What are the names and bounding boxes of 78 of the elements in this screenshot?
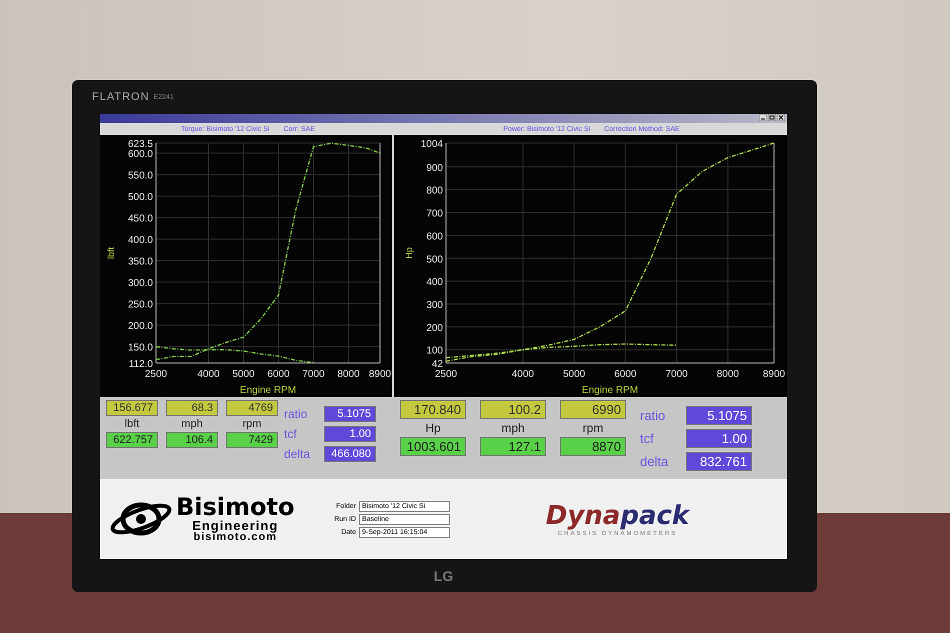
- tick-label: 200: [426, 322, 443, 334]
- current-value: 170.840: [400, 400, 466, 419]
- tick-label: 7000: [666, 369, 688, 380]
- factor-value: 832.761: [686, 452, 752, 471]
- tick-label: 5000: [563, 369, 586, 380]
- factor-label: tcf: [640, 431, 655, 446]
- tick-label: 2500: [434, 369, 458, 380]
- tick-label: 4000: [512, 369, 534, 380]
- logo-name: pack: [620, 501, 690, 531]
- factor-label: ratio: [640, 408, 666, 423]
- tick-label: 350.0: [128, 256, 153, 268]
- logo-subtitle: Engineering: [192, 519, 278, 532]
- peak-value: 106.4: [166, 432, 218, 448]
- tick-label: 112.0: [128, 359, 153, 370]
- tick-label: 8000: [716, 369, 739, 380]
- factor-label: delta: [284, 447, 312, 461]
- tick-label: 623.5: [128, 139, 153, 150]
- tick-label: 2500: [144, 369, 168, 380]
- factor-value: 5.1075: [686, 406, 752, 425]
- tick-label: 300.0: [128, 278, 153, 290]
- tick-label: 8900: [762, 369, 786, 380]
- tick-label: 600.0: [128, 149, 153, 160]
- current-value: 4769: [226, 400, 278, 416]
- axis-title: lbft: [106, 247, 116, 259]
- current-value: 156.677: [106, 400, 158, 416]
- current-value: 100.2: [480, 400, 546, 419]
- tick-label: 400: [426, 277, 443, 288]
- peak-value: 127.1: [480, 437, 546, 456]
- tick-label: 5000: [232, 369, 255, 380]
- tick-label: 550.0: [128, 170, 153, 182]
- tick-label: 6000: [614, 369, 636, 380]
- tick-label: 150.0: [128, 342, 153, 354]
- peak-value: 8870: [560, 437, 626, 456]
- peak-value: 622.757: [106, 432, 158, 448]
- brand-label: FLATRON: [92, 91, 150, 103]
- axis-title: Engine RPM: [240, 385, 296, 396]
- readout-label: mph: [501, 421, 525, 435]
- axis-title: Engine RPM: [582, 385, 638, 396]
- tick-label: 700: [426, 208, 443, 220]
- peak-value: 7429: [226, 432, 278, 448]
- readout-label: rpm: [582, 421, 604, 435]
- tick-label: 500: [426, 254, 443, 266]
- peak-value: 1003.601: [400, 437, 466, 456]
- tick-label: 500.0: [128, 192, 153, 204]
- factor-value: 466.080: [324, 446, 376, 462]
- tick-label: 8900: [368, 369, 392, 380]
- logo-name: Dyna: [546, 501, 620, 531]
- readout-label: rpm: [242, 418, 262, 430]
- factor-value: 5.1075: [324, 406, 376, 422]
- brand-logo: LG: [434, 568, 454, 584]
- tick-label: 42: [432, 359, 443, 370]
- tick-label: 800: [426, 186, 443, 197]
- current-value: 6990: [560, 400, 626, 419]
- tick-label: 250.0: [128, 300, 153, 311]
- tick-label: 600: [426, 231, 443, 242]
- tick-label: 200.0: [128, 321, 153, 332]
- tick-label: 6000: [267, 369, 290, 380]
- tick-label: 100: [426, 346, 443, 357]
- tick-label: 1004: [420, 139, 443, 150]
- tick-label: 8000: [337, 369, 360, 380]
- logo-website: bisimoto.com: [193, 532, 277, 543]
- current-value: 68.3: [166, 400, 218, 416]
- readout-label: Hp: [425, 421, 441, 435]
- tick-label: 900: [426, 162, 443, 174]
- tick-label: 4000: [197, 369, 220, 380]
- factor-label: tcf: [284, 427, 298, 441]
- tick-label: 7000: [302, 369, 325, 380]
- readout-label: mph: [181, 418, 203, 430]
- axis-title: Hp: [404, 247, 414, 259]
- logo-name: Bisimoto: [176, 495, 294, 519]
- factor-value: 1.00: [686, 429, 752, 448]
- tick-label: 450.0: [128, 214, 153, 225]
- factor-label: delta: [640, 454, 670, 469]
- readout-label: lbft: [124, 418, 140, 430]
- tick-label: 300: [426, 300, 443, 311]
- factor-label: ratio: [284, 407, 308, 421]
- tick-label: 400.0: [128, 235, 153, 246]
- factor-value: 1.00: [324, 426, 376, 442]
